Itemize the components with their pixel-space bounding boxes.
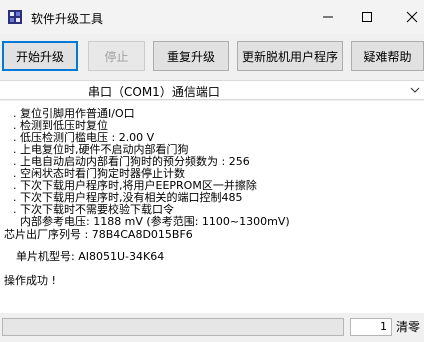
port-select[interactable]: 串口（COM1）通信端口: [0, 80, 424, 100]
maximize-icon: [362, 12, 372, 22]
close-button[interactable]: [402, 7, 422, 27]
app-icon: [8, 10, 22, 24]
chevron-down-icon: [410, 87, 420, 93]
update-offline-program-button[interactable]: 更新脱机用户程序: [237, 41, 343, 71]
window-title: 软件升级工具: [31, 12, 104, 26]
counter-field: 1: [350, 318, 392, 336]
status-bar: 1 清零: [0, 314, 424, 342]
log-line: 内部参考电压: 1188 mV (参考范围: 1100~1300mV): [13, 215, 290, 228]
stop-button[interactable]: 停止: [88, 41, 145, 71]
maximize-button[interactable]: [357, 7, 377, 27]
port-select-value: 串口（COM1）通信端口: [88, 85, 220, 99]
serial-number-line: 芯片出厂序列号 : 78B4CA8D015BF6: [4, 228, 193, 241]
minimize-icon: [323, 16, 333, 18]
repeat-upgrade-button[interactable]: 重复升级: [153, 41, 229, 71]
clear-button[interactable]: 清零: [396, 318, 424, 336]
log-output[interactable]: . 复位引脚用作普通I/O口 . 检测到低压时复位 . 低压检测门槛电压 : 2…: [0, 101, 424, 313]
start-upgrade-button[interactable]: 开始升级: [2, 41, 78, 71]
close-icon: [406, 11, 418, 23]
status-message: [2, 318, 344, 336]
help-button[interactable]: 疑难帮助: [351, 41, 424, 71]
minimize-button[interactable]: [318, 7, 338, 27]
mcu-model-line: 单片机型号: AI8051U-34K64: [16, 250, 165, 263]
success-message: 操作成功 !: [4, 274, 56, 287]
title-bar: 软件升级工具: [0, 0, 424, 34]
